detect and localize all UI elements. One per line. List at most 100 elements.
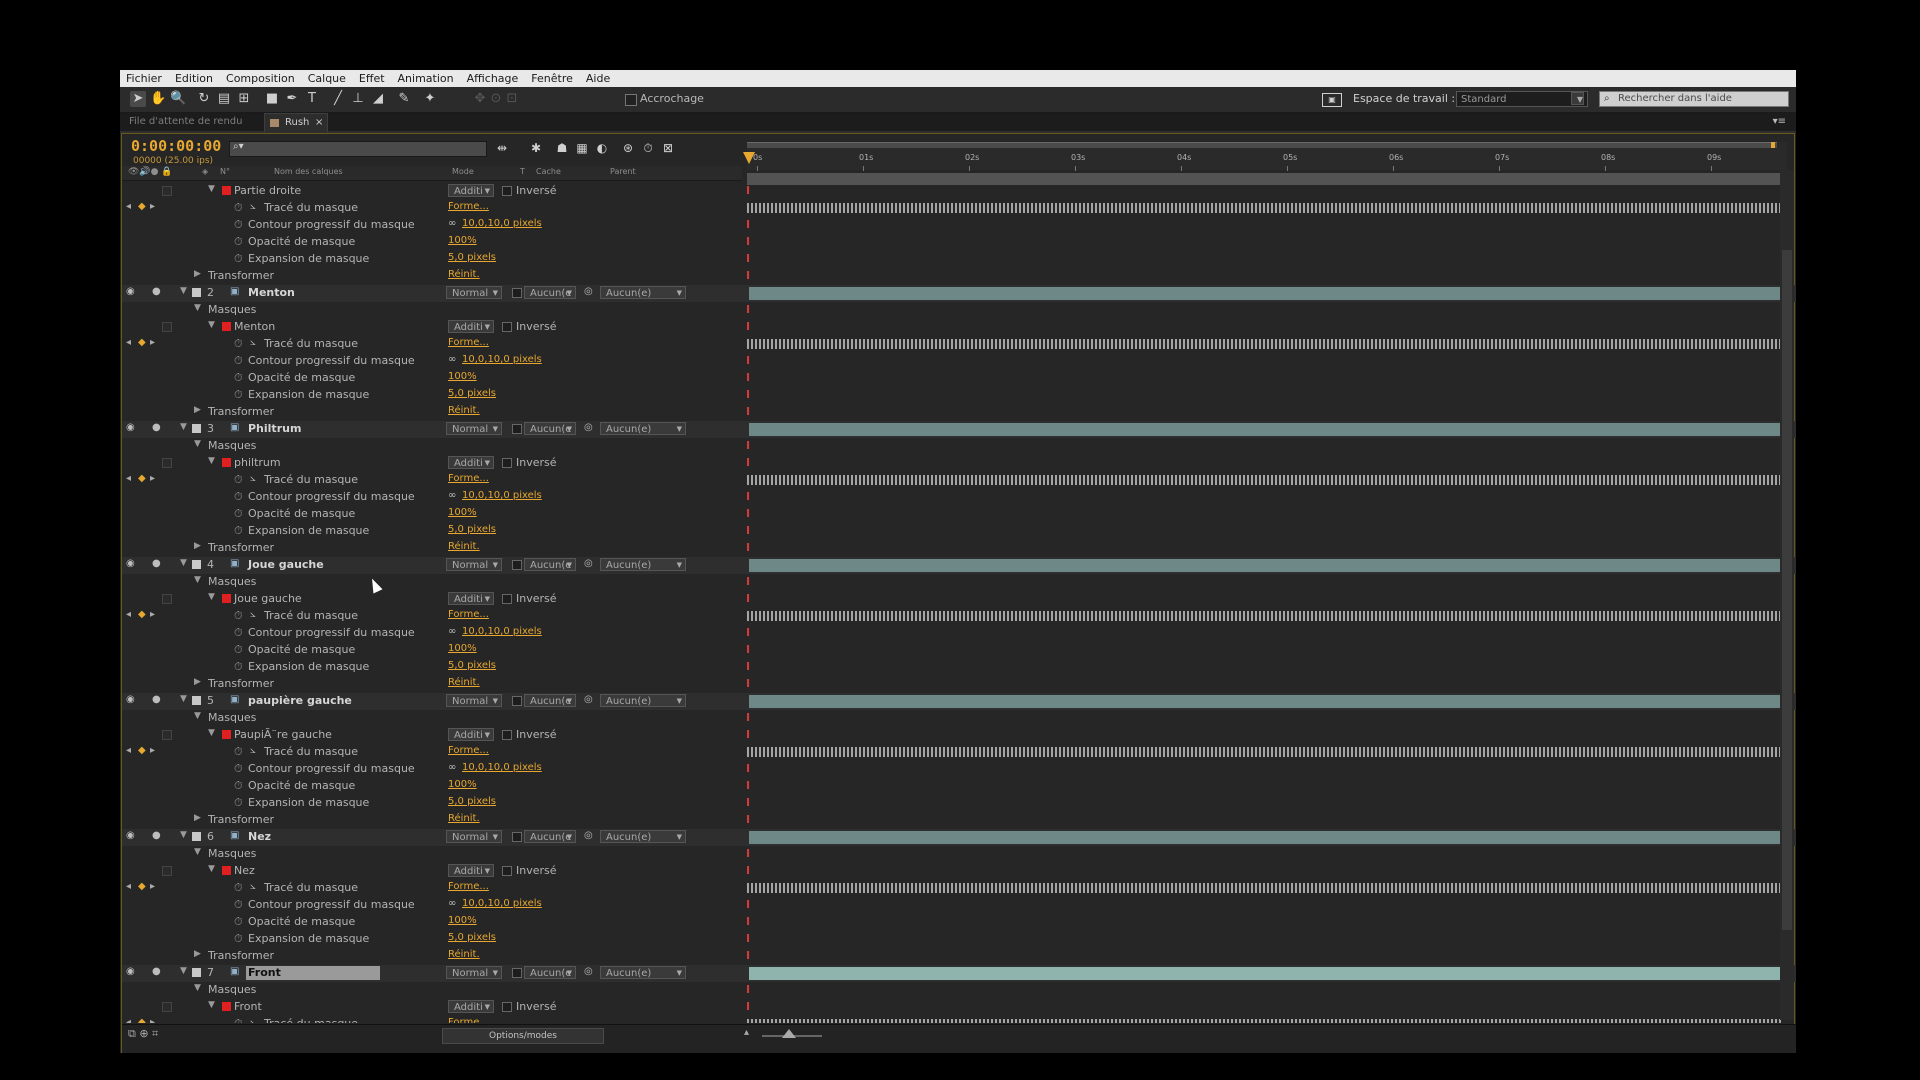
property-row[interactable]: ⏱ Expansion de masque 5,0 pixels I — [122, 659, 1796, 676]
property-row[interactable]: ⏱ Contour progressif du masque ∞ 10,0,10,0 … — [122, 217, 1796, 234]
property-value[interactable]: 100% — [448, 235, 477, 246]
keyframe-track[interactable] — [747, 339, 1782, 349]
track-matte-select[interactable]: Aucun(e ▼ — [524, 286, 576, 299]
property-value[interactable]: 5,0 pixels — [448, 796, 496, 807]
disclosure-triangle-icon[interactable]: ▼ — [208, 728, 215, 738]
parent-select[interactable]: Aucun(e) ▼ — [600, 694, 686, 707]
link-icon[interactable]: ∞ — [448, 762, 456, 773]
property-row[interactable]: ⏱ Contour progressif du masque ∞ 10,0,10,0 … — [122, 353, 1796, 370]
property-row[interactable]: ▼ PaupiÃ¨re gauche Additi ▼ Inversé I — [122, 727, 1796, 744]
stopwatch-icon[interactable]: ⏱ — [234, 796, 243, 810]
keyframe-track[interactable] — [747, 203, 1782, 213]
prev-keyframe-icon[interactable]: ◂ — [126, 473, 131, 484]
layer-label-swatch[interactable] — [192, 424, 201, 433]
disclosure-triangle-icon[interactable]: ▼ — [208, 864, 215, 874]
zoom-tool-icon[interactable]: 🔍 — [170, 91, 186, 107]
pen-tool-icon[interactable]: ✒ — [284, 91, 300, 107]
stopwatch-icon[interactable]: ⏱ — [234, 473, 243, 487]
stopwatch-icon[interactable]: ⏱ — [234, 898, 243, 912]
menu-edition[interactable]: Edition — [169, 70, 220, 87]
keyframe-track[interactable] — [747, 747, 1782, 757]
track-matte-select[interactable]: Aucun(e ▼ — [524, 422, 576, 435]
parent-pickwhip-icon[interactable]: ◎ — [584, 558, 593, 569]
mask-mode-select[interactable]: Additi ▼ — [448, 592, 494, 605]
work-area-bar[interactable] — [747, 142, 1777, 148]
menu-affichage[interactable]: Affichage — [461, 70, 526, 87]
next-keyframe-icon[interactable]: ▸ — [150, 337, 155, 348]
reset-link[interactable]: Réinit. — [448, 677, 480, 688]
property-value[interactable]: Forme... — [448, 881, 489, 892]
blend-mode-select[interactable]: Normal ▼ — [446, 558, 502, 571]
layer-label-swatch[interactable] — [192, 968, 201, 977]
mask-mode-select[interactable]: Additi ▼ — [448, 184, 494, 197]
disclosure-triangle-icon[interactable]: ▼ — [180, 966, 187, 976]
disclosure-triangle-icon[interactable]: ▶ — [194, 541, 201, 551]
layer-row[interactable]: ◉ ● ▼ 5 ▣ paupière gauche Normal ▼ Aucun(e ▼ ◎ Aucu… — [122, 693, 1796, 710]
mask-lock-checkbox[interactable] — [162, 594, 172, 604]
mask-mode-select[interactable]: Additi ▼ — [448, 456, 494, 469]
disclosure-triangle-icon[interactable]: ▼ — [208, 592, 215, 602]
work-area-end[interactable] — [1771, 142, 1775, 148]
layer-name[interactable]: Front — [248, 966, 281, 979]
stopwatch-icon[interactable]: ⏱ — [234, 337, 243, 351]
mask-color-swatch[interactable] — [222, 458, 231, 467]
track-matte-select[interactable]: Aucun(e ▼ — [524, 694, 576, 707]
layer-label-swatch[interactable] — [192, 288, 201, 297]
add-keyframe-icon[interactable]: ◆ — [138, 201, 146, 212]
track-matte-select[interactable]: Aucun(e ▼ — [524, 830, 576, 843]
property-value[interactable]: 5,0 pixels — [448, 660, 496, 671]
stopwatch-icon[interactable]: ⏱ — [234, 388, 243, 402]
menu-fenetre[interactable]: Fenêtre — [525, 70, 580, 87]
reset-link[interactable]: Réinit. — [448, 949, 480, 960]
inverted-checkbox[interactable] — [502, 1002, 512, 1012]
property-value[interactable]: 100% — [448, 915, 477, 926]
property-row[interactable]: ▼ Masques I — [122, 846, 1796, 863]
options-modes-toggle[interactable]: Options/modes — [442, 1028, 604, 1044]
add-keyframe-icon[interactable]: ◆ — [138, 881, 146, 892]
prev-keyframe-icon[interactable]: ◂ — [126, 337, 131, 348]
link-icon[interactable]: ∞ — [448, 626, 456, 637]
layer-row[interactable]: ◉ ● ▼ 2 ▣ Menton Normal ▼ Aucun(e ▼ ◎ Aucun(e) ▼ — [122, 285, 1796, 302]
track-matte-select[interactable]: Aucun(e ▼ — [524, 558, 576, 571]
property-value[interactable]: 10,0,10,0 pixels — [462, 626, 542, 637]
stopwatch-icon[interactable]: ⏱ — [234, 762, 243, 776]
clone-stamp-tool-icon[interactable]: ⊥ — [350, 91, 366, 107]
blend-mode-select[interactable]: Normal ▼ — [446, 286, 502, 299]
next-keyframe-icon[interactable]: ▸ — [150, 609, 155, 620]
parent-select[interactable]: Aucun(e) ▼ — [600, 558, 686, 571]
stopwatch-icon[interactable]: ⏱ — [234, 626, 243, 640]
disclosure-triangle-icon[interactable]: ▶ — [194, 949, 201, 959]
property-row[interactable]: ⏱ Opacité de masque 100% I — [122, 506, 1796, 523]
disclosure-triangle-icon[interactable]: ▼ — [180, 694, 187, 704]
property-row[interactable]: ⏱ Opacité de masque 100% I — [122, 778, 1796, 795]
parent-pickwhip-icon[interactable]: ◎ — [584, 286, 593, 297]
add-keyframe-icon[interactable]: ◆ — [138, 473, 146, 484]
preserve-transparency-checkbox[interactable] — [512, 560, 522, 570]
add-keyframe-icon[interactable]: ◆ — [138, 337, 146, 348]
mask-color-swatch[interactable] — [222, 730, 231, 739]
stopwatch-icon[interactable]: ⏱ — [234, 371, 243, 385]
layer-name[interactable]: Menton — [248, 286, 295, 299]
eye-icon[interactable]: ◉ — [126, 286, 135, 297]
stopwatch-icon[interactable]: ⏱ — [234, 235, 243, 249]
inverted-checkbox[interactable] — [502, 458, 512, 468]
property-row[interactable]: ⏱ Opacité de masque 100% I — [122, 642, 1796, 659]
inverted-checkbox[interactable] — [502, 866, 512, 876]
stopwatch-icon[interactable]: ⏱ — [234, 354, 243, 368]
mask-lock-checkbox[interactable] — [162, 322, 172, 332]
property-row[interactable]: ▶ Transformer Réinit. I — [122, 268, 1796, 285]
mask-name[interactable]: Joue gauche — [234, 592, 302, 605]
mask-mode-select[interactable]: Additi ▼ — [448, 864, 494, 877]
prev-keyframe-icon[interactable]: ◂ — [126, 609, 131, 620]
disclosure-triangle-icon[interactable]: ▼ — [180, 830, 187, 840]
parent-select[interactable]: Aucun(e) ▼ — [600, 966, 686, 979]
property-value[interactable]: 100% — [448, 779, 477, 790]
property-row[interactable]: ▶ Transformer Réinit. I — [122, 676, 1796, 693]
mask-mode-select[interactable]: Additi ▼ — [448, 1000, 494, 1013]
property-row[interactable]: ⏱ Contour progressif du masque ∞ 10,0,10,0 … — [122, 761, 1796, 778]
property-row[interactable]: ◂ ◆ ▸ ⏱ ⦣ Tracé du masque Forme... — [122, 744, 1796, 761]
property-row[interactable]: ⏱ Opacité de masque 100% I — [122, 234, 1796, 251]
panel-menu-icon[interactable]: ▾≡ — [1773, 113, 1786, 131]
property-row[interactable]: ⏱ Contour progressif du masque ∞ 10,0,10,0 … — [122, 625, 1796, 642]
disclosure-triangle-icon[interactable]: ▶ — [194, 405, 201, 415]
